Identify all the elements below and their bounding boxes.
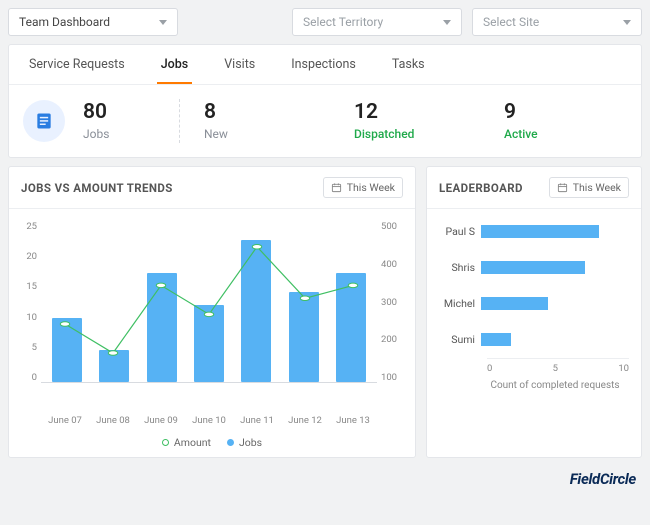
leaderboard-name: Paul S xyxy=(439,225,481,238)
leaderboard-xlabel: Count of completed requests xyxy=(481,380,629,391)
y-right-tick: 500 xyxy=(381,221,403,232)
leaderboard-bar xyxy=(481,261,585,274)
stat-active-value: 9 xyxy=(504,101,614,124)
legend-amount: Amount xyxy=(174,436,211,449)
trends-panel: JOBS VS AMOUNT TRENDS This Week 25 20 15 10… xyxy=(8,166,416,458)
y-axis-right: 500 400 300 200 100 xyxy=(377,221,403,383)
leaderboard-x-tick: 10 xyxy=(618,363,629,374)
leaderboard-bar xyxy=(481,297,548,310)
territory-select[interactable]: Select Territory xyxy=(292,8,462,36)
stat-new-label: New xyxy=(204,127,354,141)
stat-total-label: Jobs xyxy=(83,127,173,141)
stat-dispatched-label: Dispatched xyxy=(354,127,504,141)
amount-line xyxy=(65,247,353,353)
calendar-icon xyxy=(331,182,342,193)
jobs-icon xyxy=(23,100,65,142)
amount-point xyxy=(204,312,213,317)
brand-logo: FieldCircle xyxy=(570,470,636,488)
tab-visits[interactable]: Visits xyxy=(220,45,259,84)
leaderboard-period-select[interactable]: This Week xyxy=(549,177,629,198)
x-tick: June 12 xyxy=(288,415,322,426)
leaderboard-row: Paul S xyxy=(439,225,629,238)
amount-point xyxy=(252,245,261,250)
territory-select-label: Select Territory xyxy=(303,15,383,29)
site-select[interactable]: Select Site xyxy=(472,8,642,36)
y-left-tick: 20 xyxy=(21,251,37,262)
chevron-down-icon xyxy=(443,20,451,25)
leaderboard-rows: Paul S Shris Michel Sumi xyxy=(439,225,629,346)
x-tick: June 09 xyxy=(144,415,178,426)
x-axis: June 07 June 08 June 09 June 10 June 11 June … xyxy=(21,415,403,426)
summary-card: Service Requests Jobs Visits Inspections… xyxy=(8,44,642,158)
stat-new: 8 New xyxy=(204,101,354,140)
leaderboard-row: Shris xyxy=(439,261,629,274)
stat-dispatched-value: 12 xyxy=(354,101,504,124)
x-tick: June 07 xyxy=(48,415,82,426)
leaderboard-row: Sumi xyxy=(439,333,629,346)
amount-point xyxy=(156,283,165,288)
leaderboard-bar-track xyxy=(481,297,629,310)
leaderboard-period-label: This Week xyxy=(573,181,621,194)
leaderboard-bar-track xyxy=(481,261,629,274)
leaderboard-x-tick: 5 xyxy=(553,363,558,374)
legend-jobs: Jobs xyxy=(239,436,262,449)
amount-point xyxy=(60,322,69,327)
leaderboard-bar-track xyxy=(481,333,629,346)
amount-point xyxy=(348,283,357,288)
y-left-tick: 25 xyxy=(21,221,37,232)
leaderboard-name: Michel xyxy=(439,297,481,310)
x-tick: June 11 xyxy=(240,415,274,426)
stat-active-label: Active xyxy=(504,127,614,141)
y-right-tick: 300 xyxy=(381,297,403,308)
tab-inspections[interactable]: Inspections xyxy=(287,45,360,84)
y-left-tick: 0 xyxy=(21,372,37,383)
y-axis-left: 25 20 15 10 5 0 xyxy=(21,221,41,383)
amount-dot-icon xyxy=(162,439,169,446)
x-tick: June 13 xyxy=(336,415,370,426)
tabs: Service Requests Jobs Visits Inspections… xyxy=(9,45,641,85)
view-select[interactable]: Team Dashboard xyxy=(8,8,178,36)
jobs-dot-icon xyxy=(227,439,234,446)
chevron-down-icon xyxy=(159,20,167,25)
y-right-tick: 200 xyxy=(381,334,403,345)
leaderboard-name: Shris xyxy=(439,261,481,274)
calendar-icon xyxy=(557,182,568,193)
trends-period-select[interactable]: This Week xyxy=(323,177,403,198)
stat-dispatched: 12 Dispatched xyxy=(354,101,504,140)
tab-service-requests[interactable]: Service Requests xyxy=(25,45,129,84)
trends-legend: Amount Jobs xyxy=(21,436,403,449)
y-right-tick: 400 xyxy=(381,259,403,270)
y-left-tick: 5 xyxy=(21,342,37,353)
chevron-down-icon xyxy=(623,20,631,25)
leaderboard-bar-track xyxy=(481,225,629,238)
leaderboard-x-tick: 0 xyxy=(487,363,492,374)
stat-active: 9 Active xyxy=(504,101,614,140)
leaderboard-panel: LEADERBOARD This Week Paul S Shris Michel S… xyxy=(426,166,642,458)
leaderboard-bar xyxy=(481,333,511,346)
view-select-label: Team Dashboard xyxy=(19,15,110,29)
leaderboard-bar xyxy=(481,225,599,238)
amount-point xyxy=(300,296,309,301)
tab-jobs[interactable]: Jobs xyxy=(157,45,193,84)
stat-total: 80 Jobs xyxy=(83,101,173,140)
y-left-tick: 15 xyxy=(21,281,37,292)
leaderboard-name: Sumi xyxy=(439,333,481,346)
y-left-tick: 10 xyxy=(21,312,37,323)
divider xyxy=(179,99,180,143)
trends-chart: 25 20 15 10 5 0 500 400 300 200 100 xyxy=(21,221,403,411)
stat-new-value: 8 xyxy=(204,101,354,124)
stat-total-value: 80 xyxy=(83,101,173,124)
amount-point xyxy=(108,351,117,356)
x-tick: June 10 xyxy=(192,415,226,426)
leaderboard-row: Michel xyxy=(439,297,629,310)
leaderboard-x-axis: 0 5 10 xyxy=(487,358,629,374)
trends-title: JOBS VS AMOUNT TRENDS xyxy=(21,181,173,195)
trends-period-label: This Week xyxy=(347,181,395,194)
tab-tasks[interactable]: Tasks xyxy=(388,45,429,84)
site-select-label: Select Site xyxy=(483,15,539,29)
x-tick: June 08 xyxy=(96,415,130,426)
y-right-tick: 100 xyxy=(381,372,403,383)
leaderboard-title: LEADERBOARD xyxy=(439,181,523,195)
